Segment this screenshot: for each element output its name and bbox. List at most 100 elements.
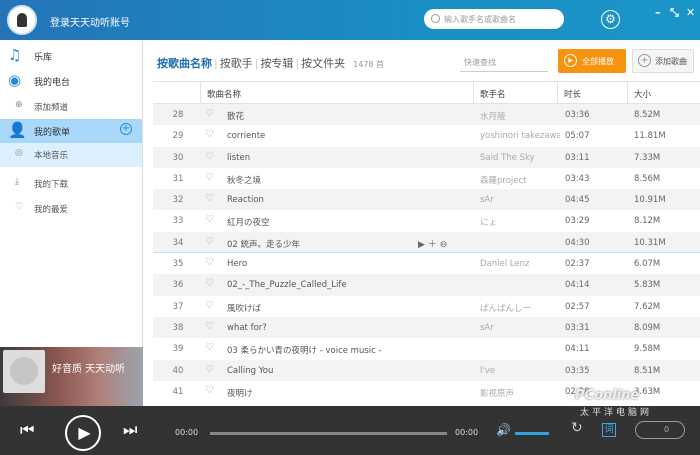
login-link[interactable]: 登录天天动听账号 [50,14,130,29]
previous-button[interactable]: ⏮ [20,420,34,440]
column-duration[interactable]: 时长 [557,82,627,103]
duration: 02:37 [565,259,590,269]
title-bar: 登录天天动听账号 输入歌手名或歌曲名 ⚙ – ⤡ ✕ [0,0,700,40]
add-playlist-icon[interactable]: + [120,123,132,135]
table-row[interactable]: 31♡秋冬之境森羅project03:438.56M [153,168,700,189]
add-song-button[interactable]: +添加歌曲 [632,49,694,73]
sidebar-item-favorites[interactable]: ♡我的最爱 [0,197,142,219]
more-icon[interactable]: ⊖ [440,240,448,250]
play-icon[interactable]: ▶ [418,240,425,250]
sidebar-item-label: 乐库 [34,50,52,63]
artist-name: ぱんぱんしー [480,302,531,314]
favorite-heart-icon[interactable]: ♡ [205,278,214,289]
restore-button[interactable]: ⤡ [670,6,679,20]
sidebar-item-add-channel[interactable]: ⊕添加频道 [0,95,142,117]
table-row[interactable]: 32♡ReactionsAr04:4510.91M [153,189,700,210]
table-row[interactable]: 37♡風吹けばぱんぱんしー02:577.62M [153,296,700,317]
song-name: what for? [227,323,267,333]
duration: 03:35 [565,366,590,376]
favorite-heart-icon[interactable]: ♡ [205,129,214,140]
sidebar-item-my-playlists[interactable]: 👤我的歌单+ [0,119,142,143]
close-button[interactable]: ✕ [686,6,695,19]
minimize-button[interactable]: – [655,6,661,19]
favorite-heart-icon[interactable]: ♡ [205,321,214,332]
volume-slider[interactable] [515,432,549,435]
row-number: 36 [167,280,189,290]
table-row[interactable]: 33♡紅月の夜空にょ03:298.12M [153,210,700,231]
favorite-heart-icon[interactable]: ♡ [205,151,214,162]
radio-icon: ◉ [8,71,21,89]
song-name: Hero [227,259,247,269]
current-time: 00:00 [175,428,198,437]
favorite-heart-icon[interactable]: ♡ [205,364,214,375]
table-row[interactable]: 28♡散花水月陵03:368.52M [153,104,700,125]
row-number: 35 [167,259,189,269]
column-song-name[interactable]: 歌曲名称 [200,82,473,103]
row-number: 31 [167,174,189,184]
play-circle-icon: ▶ [564,54,577,67]
favorite-heart-icon[interactable]: ♡ [205,385,214,396]
column-size[interactable]: 大小 [627,82,700,103]
watermark-subtitle: 太平洋电脑网 [580,405,652,418]
progress-bar[interactable] [210,432,447,435]
table-row[interactable]: 38♡what for?sAr03:318.09M [153,317,700,338]
sidebar-item-label: 本地音乐 [34,149,68,161]
app-logo[interactable] [7,5,37,35]
table-row[interactable]: 29♡corrienteyoshinori takezawa05:0711.81… [153,125,700,146]
album-slogan: 好音质 天天动听 [52,360,125,375]
add-icon[interactable]: ＋ [428,240,437,250]
favorite-heart-icon[interactable]: ♡ [205,108,214,119]
settings-gear-icon[interactable]: ⚙ [601,10,620,29]
search-input[interactable]: 输入歌手名或歌曲名 [424,9,564,29]
tab-by-artist[interactable]: 按歌手 [220,57,253,70]
favorite-heart-icon[interactable]: ♡ [205,214,214,225]
duration: 04:11 [565,344,590,354]
sidebar-item-label: 我的下载 [34,178,68,190]
sidebar-item-downloads[interactable]: ⤓我的下载 [0,172,142,194]
sidebar-item-radio[interactable]: ◉我的电台 [0,69,142,91]
repeat-icon[interactable]: ↻ [571,420,583,436]
favorite-heart-icon[interactable]: ♡ [205,193,214,204]
song-name: 02 銃声。走る少年 [227,238,300,250]
location-icon: ◎ [15,148,23,158]
favorite-heart-icon[interactable]: ♡ [205,300,214,311]
next-button[interactable]: ⏭ [123,420,137,440]
table-header: 歌曲名称 歌手名 时长 大小 [153,81,700,104]
file-size: 9.58M [634,344,660,354]
column-artist[interactable]: 歌手名 [473,82,557,103]
play-button[interactable]: ▶ [65,415,101,451]
volume-icon[interactable]: 🔊 [496,423,511,437]
table-row[interactable]: 36♡02_-_The_Puzzle_Called_Life04:145.83M [153,274,700,295]
row-number: 39 [167,344,189,354]
artist-name: 森羅project [480,174,527,186]
favorite-heart-icon[interactable]: ♡ [205,236,214,247]
favorite-heart-icon[interactable]: ♡ [205,342,214,353]
tab-by-folder[interactable]: 按文件夹 [301,57,345,70]
table-row[interactable]: 30♡listenSaid The Sky03:117.33M [153,147,700,168]
tab-by-album[interactable]: 按专辑 [260,57,293,70]
play-all-button[interactable]: ▶全部播放 [558,49,626,73]
table-row[interactable]: 35♡HeroDaniel Lenz02:376.07M [153,253,700,274]
playlist-queue-button[interactable]: 0 [635,421,685,439]
tab-by-song-name[interactable]: 按歌曲名称 [157,57,212,70]
sidebar-item-local-music[interactable]: ◎ 本地音乐 [0,143,142,167]
file-size: 8.09M [634,323,660,333]
total-time: 00:00 [455,428,478,437]
lyrics-button[interactable]: 词 [602,423,616,437]
table-row[interactable]: 34♡02 銃声。走る少年▶ ＋ ⊖04:3010.31M [153,232,700,253]
favorite-heart-icon[interactable]: ♡ [205,257,214,268]
sidebar-item-library[interactable]: ♫乐库 [0,44,142,66]
file-size: 6.07M [634,259,660,269]
row-number: 28 [167,110,189,120]
quick-search-input[interactable]: 快速查找 [460,52,548,72]
table-row[interactable]: 40♡Calling YouI've03:358.51M [153,360,700,381]
song-name: listen [227,153,250,163]
favorite-heart-icon[interactable]: ♡ [205,172,214,183]
now-playing-album-art[interactable]: 好音质 天天动听 [0,347,143,406]
file-size: 8.52M [634,110,660,120]
duration: 04:14 [565,280,590,290]
duration: 04:45 [565,195,590,205]
table-row[interactable]: 39♡03 柔らかい青の夜明け - voice music -04:119.58… [153,338,700,359]
duration: 03:31 [565,323,590,333]
song-name: 02_-_The_Puzzle_Called_Life [227,280,347,290]
